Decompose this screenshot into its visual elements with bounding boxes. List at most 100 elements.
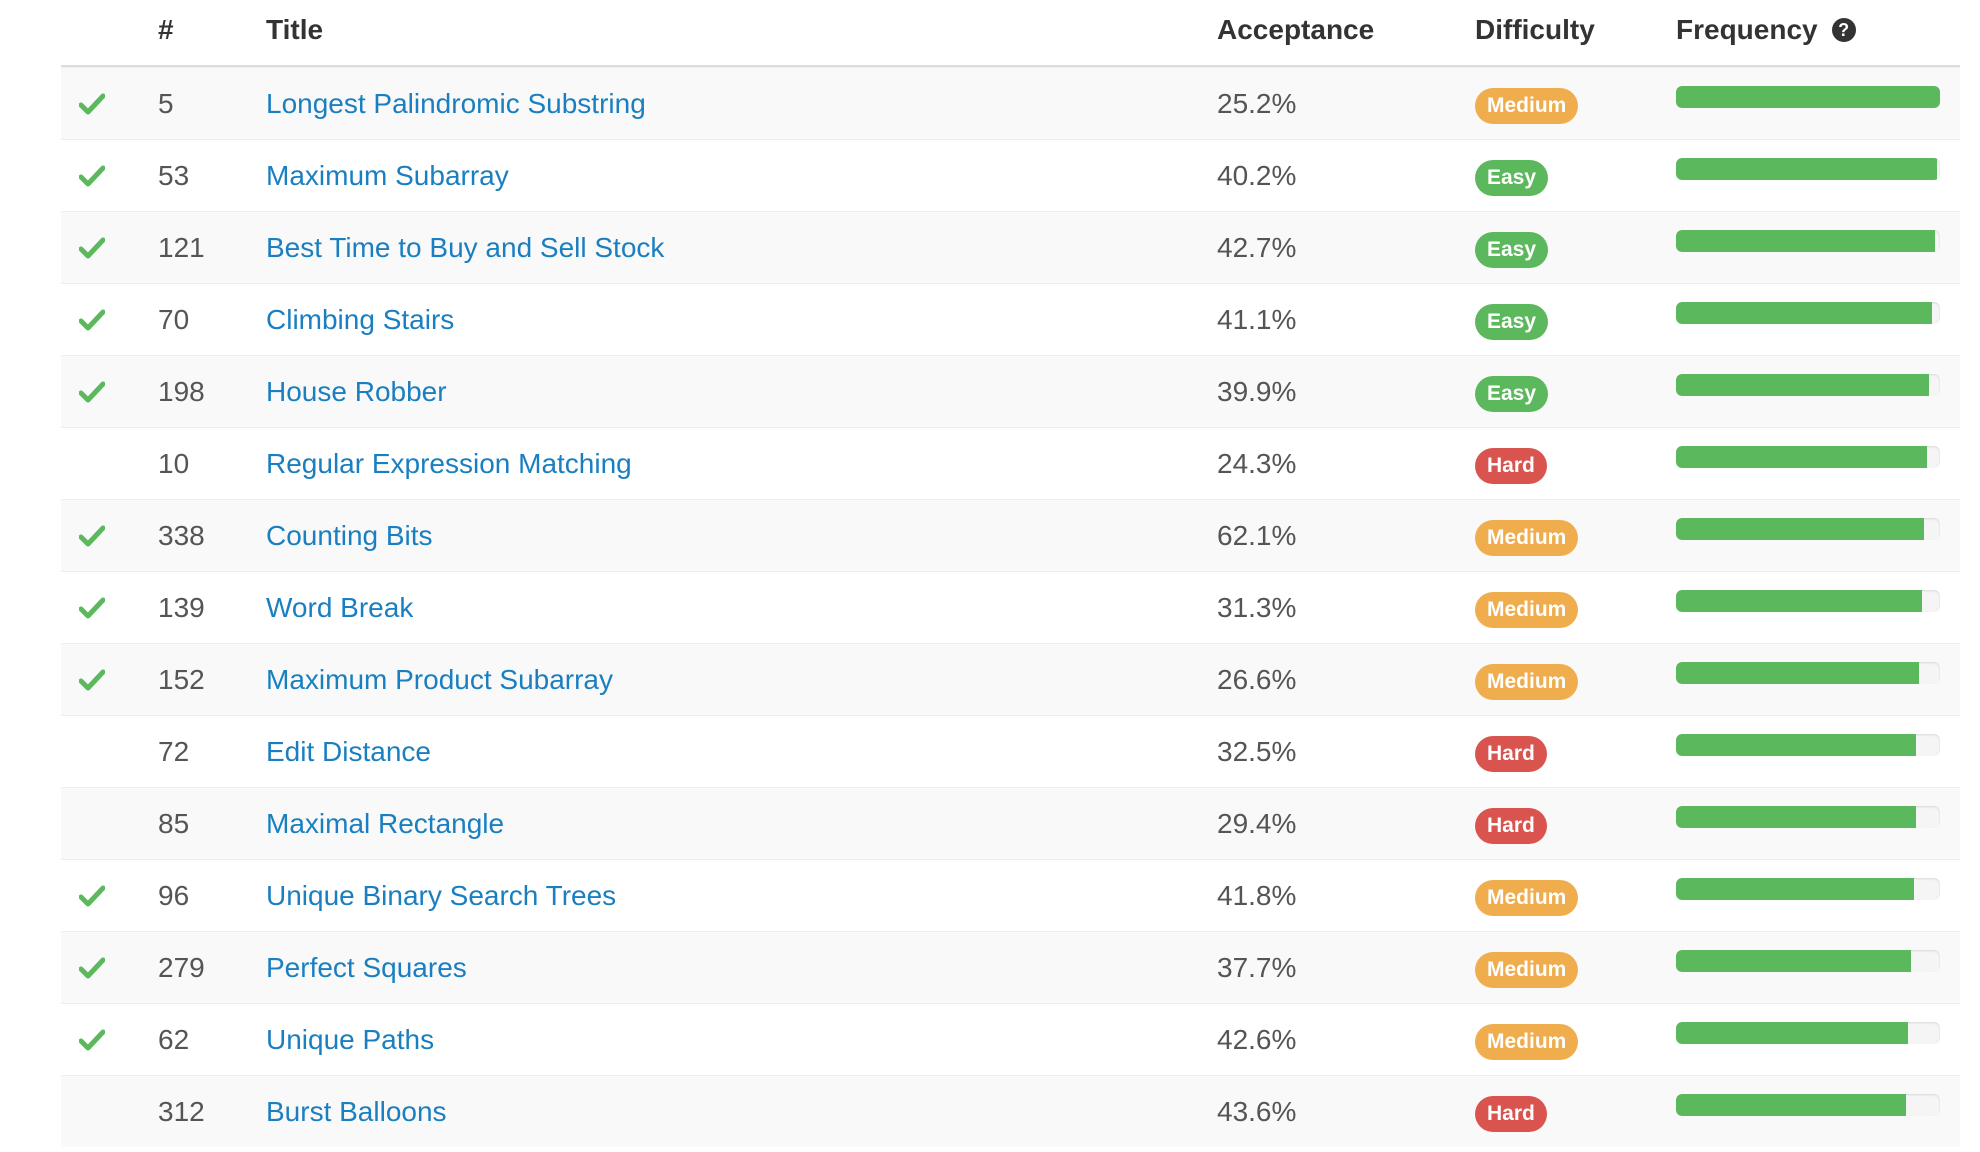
table-row: 70 Climbing Stairs 41.1% Easy (61, 283, 1960, 355)
frequency-bar-fill (1676, 229, 1935, 252)
frequency-cell (1676, 428, 1960, 499)
checkmark-icon (79, 93, 105, 115)
column-header-frequency[interactable]: Frequency (1676, 14, 1818, 46)
problem-number: 62 (158, 1023, 190, 1055)
difficulty-badge: Medium (1475, 951, 1579, 988)
problem-title-link[interactable]: House Robber (266, 356, 1166, 427)
problem-number: 338 (158, 519, 205, 551)
checkmark-icon (79, 669, 105, 691)
problem-title-link[interactable]: Maximum Subarray (266, 140, 1166, 211)
status-cell (79, 68, 139, 139)
frequency-bar (1676, 877, 1940, 900)
status-cell (79, 716, 139, 787)
table-row: 5 Longest Palindromic Substring 25.2% Mediu… (61, 67, 1960, 139)
status-cell (79, 212, 139, 283)
checkmark-icon (79, 237, 105, 259)
problem-title-link[interactable]: Counting Bits (266, 500, 1166, 571)
problem-number: 152 (158, 663, 205, 695)
difficulty-badge: Easy (1475, 375, 1549, 412)
difficulty-cell: Medium (1475, 500, 1655, 571)
frequency-cell (1676, 212, 1960, 283)
difficulty-badge: Hard (1475, 1095, 1547, 1132)
table-body: 5 Longest Palindromic Substring 25.2% Mediu… (61, 67, 1960, 1147)
acceptance-rate: 25.2% (1217, 87, 1297, 119)
difficulty-cell: Easy (1475, 284, 1655, 355)
frequency-cell (1676, 716, 1960, 787)
problem-number: 85 (158, 807, 190, 839)
frequency-bar-fill (1676, 949, 1911, 972)
frequency-bar-fill (1676, 1093, 1906, 1116)
problem-number: 72 (158, 735, 190, 767)
difficulty-cell: Easy (1475, 356, 1655, 427)
problem-title-link[interactable]: Edit Distance (266, 716, 1166, 787)
difficulty-cell: Hard (1475, 428, 1655, 499)
frequency-bar (1676, 805, 1940, 828)
problem-number: 5 (158, 87, 174, 119)
status-cell (79, 356, 139, 427)
problem-title-link[interactable]: Maximal Rectangle (266, 788, 1166, 859)
table-row: 62 Unique Paths 42.6% Medium (61, 1003, 1960, 1075)
acceptance-rate: 29.4% (1217, 807, 1297, 839)
frequency-bar-fill (1676, 733, 1917, 756)
acceptance-rate: 26.6% (1217, 663, 1297, 695)
difficulty-badge: Medium (1475, 1023, 1579, 1060)
checkmark-icon (79, 165, 105, 187)
table-row: 96 Unique Binary Search Trees 41.8% Medium (61, 859, 1960, 931)
frequency-bar (1676, 589, 1940, 612)
problem-title-link[interactable]: Unique Binary Search Trees (266, 860, 1166, 931)
frequency-bar-fill (1676, 301, 1933, 324)
table-row: 152 Maximum Product Subarray 26.6% Medium (61, 643, 1960, 715)
frequency-bar (1676, 301, 1940, 324)
problem-title-link[interactable]: Burst Balloons (266, 1076, 1166, 1147)
frequency-bar-fill (1676, 661, 1919, 684)
frequency-cell (1676, 644, 1960, 715)
table-row: 139 Word Break 31.3% Medium (61, 571, 1960, 643)
difficulty-badge: Easy (1475, 159, 1549, 196)
problem-title-link[interactable]: Longest Palindromic Substring (266, 68, 1166, 139)
frequency-bar-fill (1676, 805, 1917, 828)
frequency-bar (1676, 661, 1940, 684)
difficulty-badge: Medium (1475, 663, 1579, 700)
frequency-cell (1676, 932, 1960, 1003)
acceptance-rate: 31.3% (1217, 591, 1297, 623)
problem-table: # Title Acceptance Difficulty Frequency … (61, 0, 1960, 1147)
frequency-bar (1676, 85, 1940, 108)
column-header-title[interactable]: Title (266, 0, 1166, 60)
problem-title-link[interactable]: Maximum Product Subarray (266, 644, 1166, 715)
problem-title-link[interactable]: Perfect Squares (266, 932, 1166, 1003)
problem-title-link[interactable]: Regular Expression Matching (266, 428, 1166, 499)
column-header-frequency-cell: Frequency ? (1676, 0, 1960, 60)
acceptance-rate: 37.7% (1217, 951, 1297, 983)
difficulty-cell: Medium (1475, 68, 1655, 139)
problem-number: 53 (158, 159, 190, 191)
problem-title-link[interactable]: Climbing Stairs (266, 284, 1166, 355)
acceptance-rate: 62.1% (1217, 519, 1297, 551)
difficulty-cell: Easy (1475, 212, 1655, 283)
column-header-number[interactable]: # (158, 0, 258, 60)
frequency-cell (1676, 140, 1960, 211)
column-header-difficulty[interactable]: Difficulty (1475, 0, 1655, 60)
problem-number: 10 (158, 447, 190, 479)
acceptance-rate: 42.7% (1217, 231, 1297, 263)
status-cell (79, 1076, 139, 1147)
question-circle-icon[interactable]: ? (1831, 18, 1856, 42)
problem-title-link[interactable]: Unique Paths (266, 1004, 1166, 1075)
frequency-cell (1676, 1004, 1960, 1075)
table-row: 85 Maximal Rectangle 29.4% Hard (61, 787, 1960, 859)
frequency-bar (1676, 445, 1940, 468)
frequency-bar (1676, 229, 1940, 252)
table-row: 338 Counting Bits 62.1% Medium (61, 499, 1960, 571)
frequency-bar-fill (1676, 877, 1914, 900)
status-cell (79, 284, 139, 355)
acceptance-rate: 43.6% (1217, 1095, 1297, 1127)
table-row: 198 House Robber 39.9% Easy (61, 355, 1960, 427)
difficulty-badge: Hard (1475, 447, 1547, 484)
frequency-bar-fill (1676, 157, 1938, 180)
frequency-cell (1676, 788, 1960, 859)
frequency-bar-fill (1676, 517, 1925, 540)
frequency-cell (1676, 572, 1960, 643)
problem-title-link[interactable]: Best Time to Buy and Sell Stock (266, 212, 1166, 283)
column-header-acceptance[interactable]: Acceptance (1217, 0, 1457, 60)
problem-title-link[interactable]: Word Break (266, 572, 1166, 643)
difficulty-badge: Medium (1475, 591, 1579, 628)
